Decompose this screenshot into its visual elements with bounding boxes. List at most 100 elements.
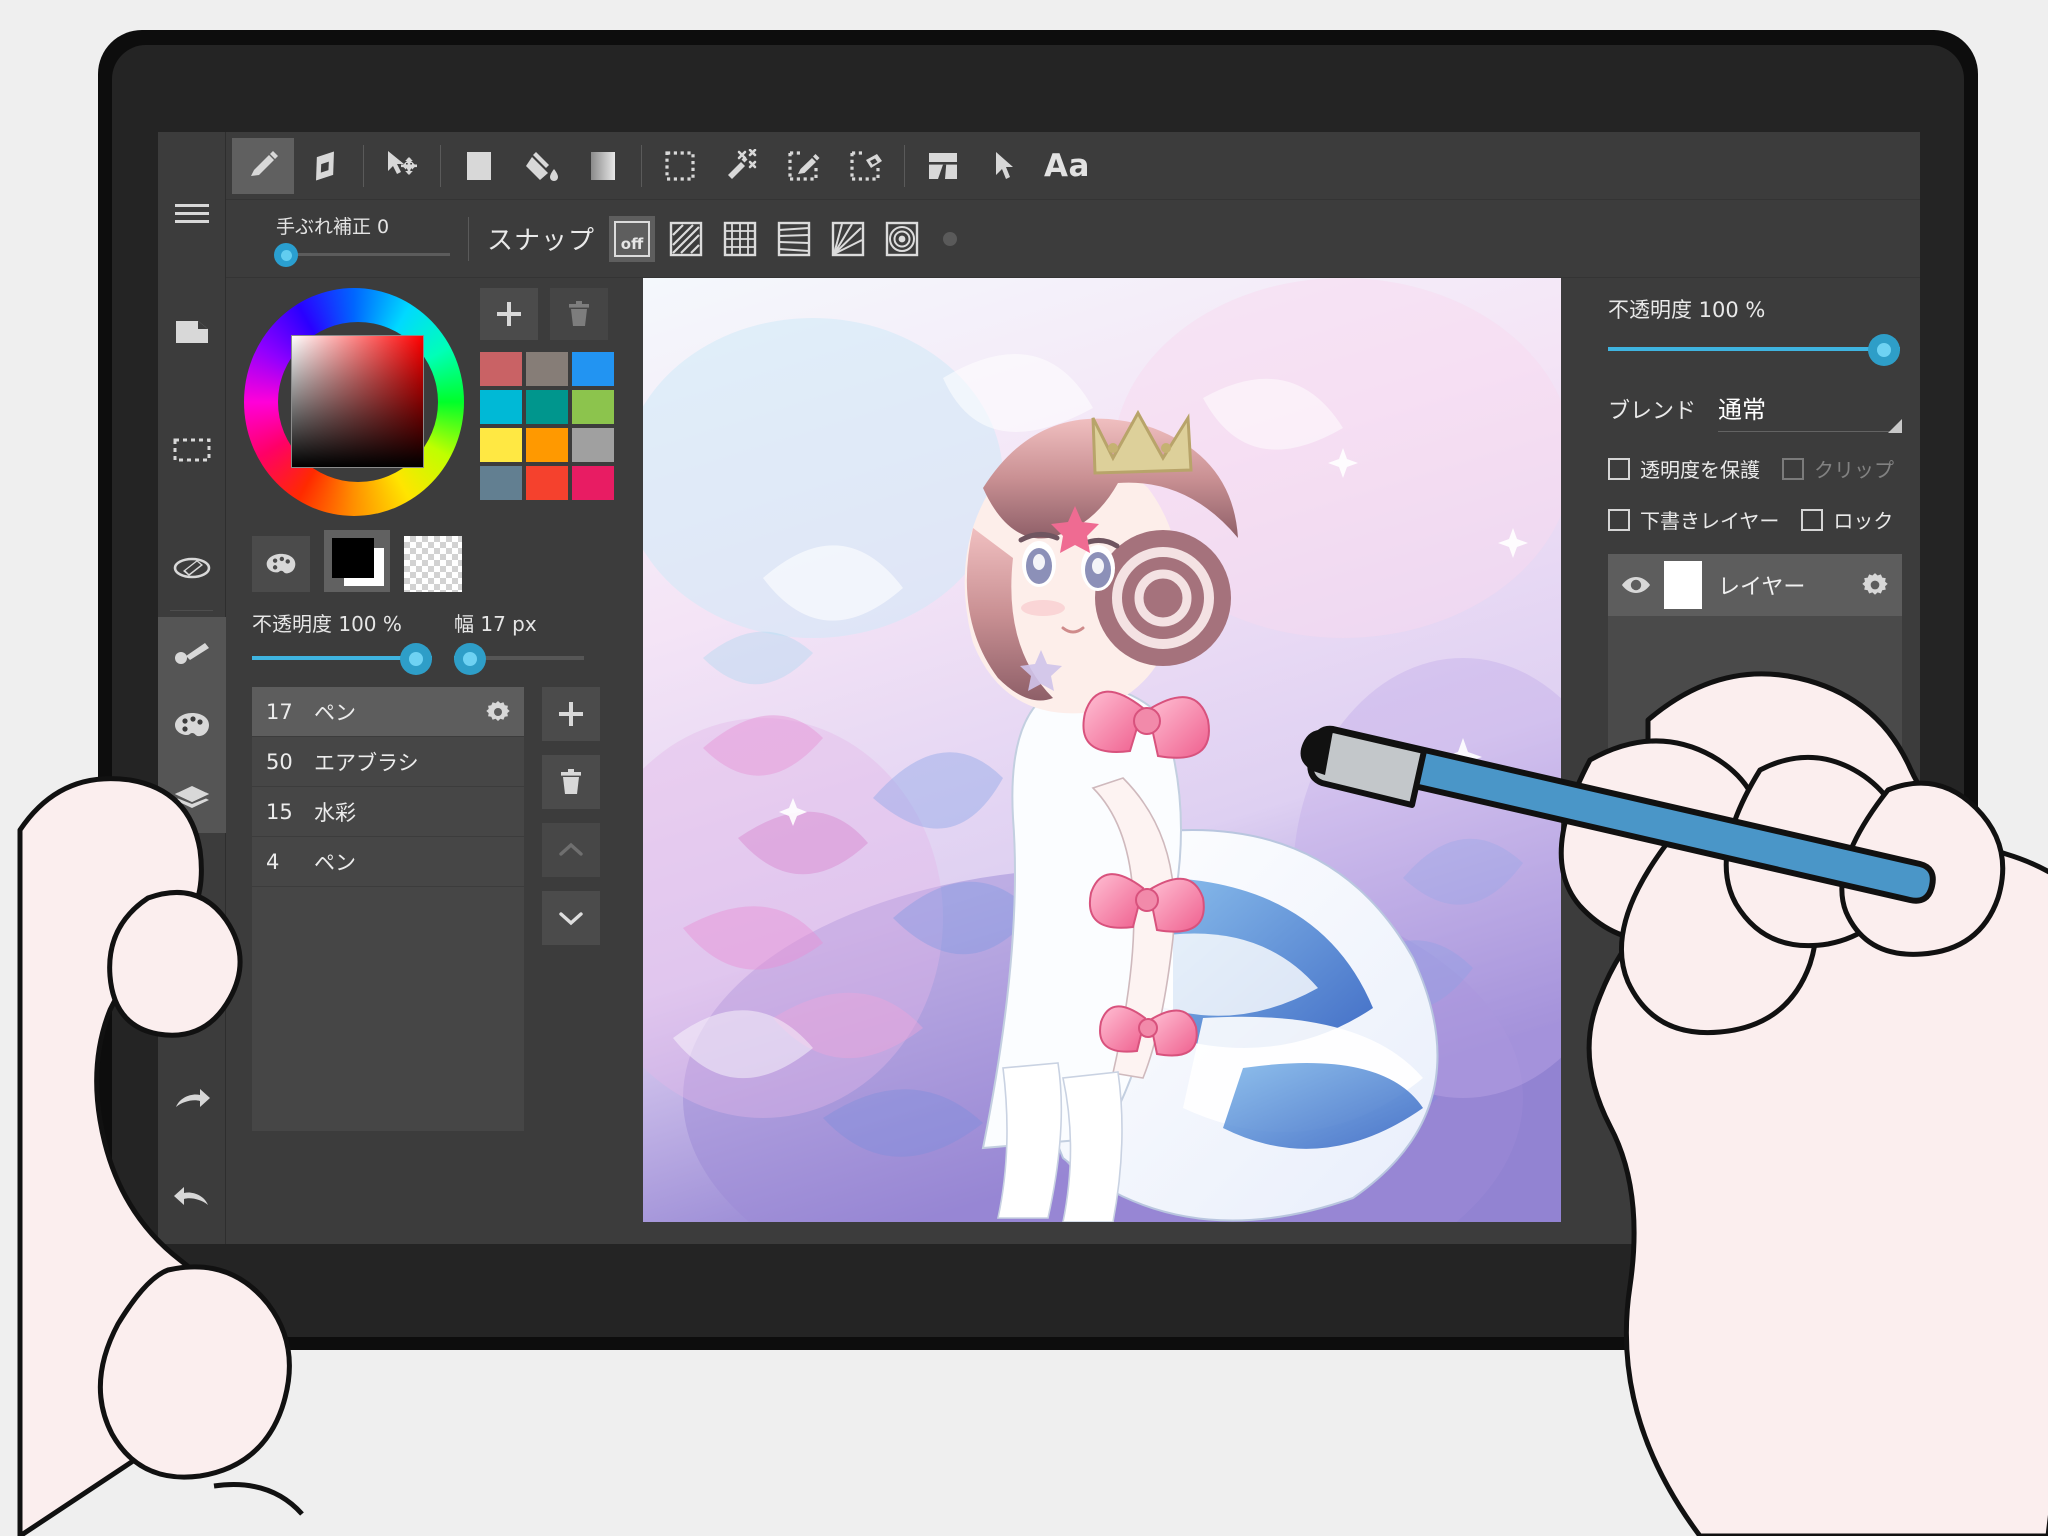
swatch[interactable]	[572, 466, 614, 500]
tool-move[interactable]	[371, 138, 433, 194]
snap-mode-horizontal[interactable]	[771, 216, 817, 262]
sidebar-item-file[interactable]	[158, 296, 226, 368]
tool-operation[interactable]	[974, 138, 1036, 194]
undo-button[interactable]	[158, 1162, 226, 1234]
brush-list-item[interactable]: 17 ペン	[252, 687, 524, 737]
brush-size: 50	[266, 749, 293, 774]
slider-knob[interactable]	[1868, 334, 1900, 366]
tool-bucket[interactable]	[510, 138, 572, 194]
rail-bottom-group	[158, 1064, 226, 1234]
flip-transform-icon	[172, 554, 212, 582]
foreground-background-swatch[interactable]	[324, 530, 390, 592]
snap-mode-grid[interactable]	[717, 216, 763, 262]
slider-knob[interactable]	[400, 643, 432, 675]
chevron-down-icon[interactable]	[1888, 419, 1902, 433]
dotted-square-icon	[664, 150, 696, 182]
trash-icon	[559, 769, 583, 795]
trash-icon	[1698, 886, 1722, 912]
slider-knob[interactable]	[454, 643, 486, 675]
slider-knob[interactable]	[274, 243, 298, 267]
redo-button[interactable]	[158, 1064, 226, 1136]
delete-layer-button[interactable]	[1680, 872, 1740, 926]
tool-pen[interactable]	[232, 137, 294, 194]
protect-alpha-checkbox[interactable]	[1608, 457, 1630, 480]
snap-mode-concentric[interactable]	[879, 216, 925, 262]
snap-more-dot[interactable]	[943, 231, 958, 246]
swatch[interactable]	[572, 428, 614, 462]
brush-list-item[interactable]: 50 エアブラシ	[252, 737, 524, 787]
layer-opacity-slider[interactable]	[1608, 334, 1900, 366]
brush-name: ペン	[314, 700, 356, 725]
swatch[interactable]	[480, 428, 522, 462]
layer-visibility-eye-icon[interactable]	[1608, 575, 1664, 595]
chevron-up-icon	[558, 841, 584, 859]
swatch[interactable]	[572, 390, 614, 424]
gradient-square-icon	[588, 149, 618, 183]
swatch[interactable]	[526, 466, 568, 500]
trash-icon	[567, 301, 591, 327]
color-brush-panel: 不透明度 100 % 幅 17 px 17 ペン 50 エアブラシ 15 水彩 …	[226, 278, 614, 1244]
foreground-color-chip[interactable]	[332, 538, 374, 578]
sidebar-item-layers[interactable]	[158, 761, 226, 833]
swatch[interactable]	[480, 352, 522, 386]
delete-brush-button[interactable]	[542, 755, 600, 809]
tool-gradient[interactable]	[572, 138, 634, 194]
brush-width-slider[interactable]	[454, 643, 584, 675]
delete-swatch-button[interactable]	[550, 288, 608, 340]
swatch[interactable]	[480, 390, 522, 424]
swatch[interactable]	[526, 428, 568, 462]
selection-marquee-icon	[173, 438, 211, 462]
snap-mode-radial[interactable]	[825, 216, 871, 262]
screenshot-root: Aa 手ぶれ補正 0 スナップ off 不透明度 100 % 幅 17 px 1…	[0, 0, 2048, 1536]
snap-mode-off[interactable]: off	[609, 215, 656, 262]
color-wheel[interactable]	[244, 288, 464, 516]
move-brush-up-button[interactable]	[542, 823, 600, 877]
brush-list-item[interactable]: 15 水彩	[252, 787, 524, 837]
swatch[interactable]	[480, 466, 522, 500]
tool-divide[interactable]	[912, 138, 974, 194]
tool-fill-rect[interactable]	[448, 138, 510, 194]
tool-select-rect[interactable]	[649, 138, 711, 194]
add-brush-button[interactable]	[542, 687, 600, 741]
add-layer-button[interactable]	[1608, 872, 1668, 926]
clipping-checkbox[interactable]	[1782, 457, 1804, 480]
tool-magic-wand[interactable]	[711, 138, 773, 194]
transparent-color-chip[interactable]	[404, 536, 462, 592]
layer-thumbnail[interactable]	[1664, 561, 1702, 609]
blend-mode-value[interactable]: 通常	[1718, 390, 1902, 433]
snap-mode-parallel-lines[interactable]	[663, 216, 709, 262]
blend-mode-row[interactable]: ブレンド 通常	[1608, 390, 1902, 433]
layer-list-item[interactable]: レイヤー	[1608, 554, 1902, 616]
move-brush-down-button[interactable]	[542, 891, 600, 945]
brush-list-item[interactable]: 4 ペン	[252, 837, 524, 887]
layer-name: レイヤー	[1718, 575, 1806, 600]
canvas-area[interactable]	[614, 278, 1590, 1244]
swatch[interactable]	[526, 390, 568, 424]
saturation-value-box[interactable]	[291, 335, 424, 468]
stabilizer-slider[interactable]	[274, 243, 450, 267]
sidebar-item-select[interactable]	[158, 414, 226, 486]
brush-opacity-slider[interactable]	[252, 643, 432, 675]
draft-layer-checkbox[interactable]	[1608, 508, 1630, 531]
brush-opacity-control: 不透明度 100 %	[252, 608, 432, 675]
swatch-area	[464, 288, 614, 516]
sidebar-item-transform[interactable]	[158, 532, 226, 604]
add-swatch-button[interactable]	[480, 288, 538, 340]
swatch[interactable]	[526, 352, 568, 386]
brush-list-empty-area	[252, 887, 524, 1131]
sidebar-item-menu[interactable]	[158, 178, 226, 250]
sidebar-item-palette[interactable]	[158, 689, 226, 761]
tool-select-pen[interactable]	[773, 138, 835, 194]
tool-eraser[interactable]	[294, 138, 356, 194]
tool-text[interactable]: Aa	[1036, 138, 1098, 194]
brush-settings-gear-icon[interactable]	[486, 700, 510, 724]
open-palette-button[interactable]	[252, 536, 310, 592]
lock-label: ロック	[1833, 509, 1894, 533]
sidebar-item-brush[interactable]	[158, 617, 226, 689]
swatch[interactable]	[572, 352, 614, 386]
lock-checkbox[interactable]	[1801, 508, 1824, 531]
artwork-canvas[interactable]	[643, 278, 1561, 1222]
layer-settings-gear-icon[interactable]	[1848, 572, 1902, 598]
tool-select-eraser[interactable]	[835, 138, 897, 194]
duplicate-layer-button[interactable]	[1752, 872, 1812, 926]
